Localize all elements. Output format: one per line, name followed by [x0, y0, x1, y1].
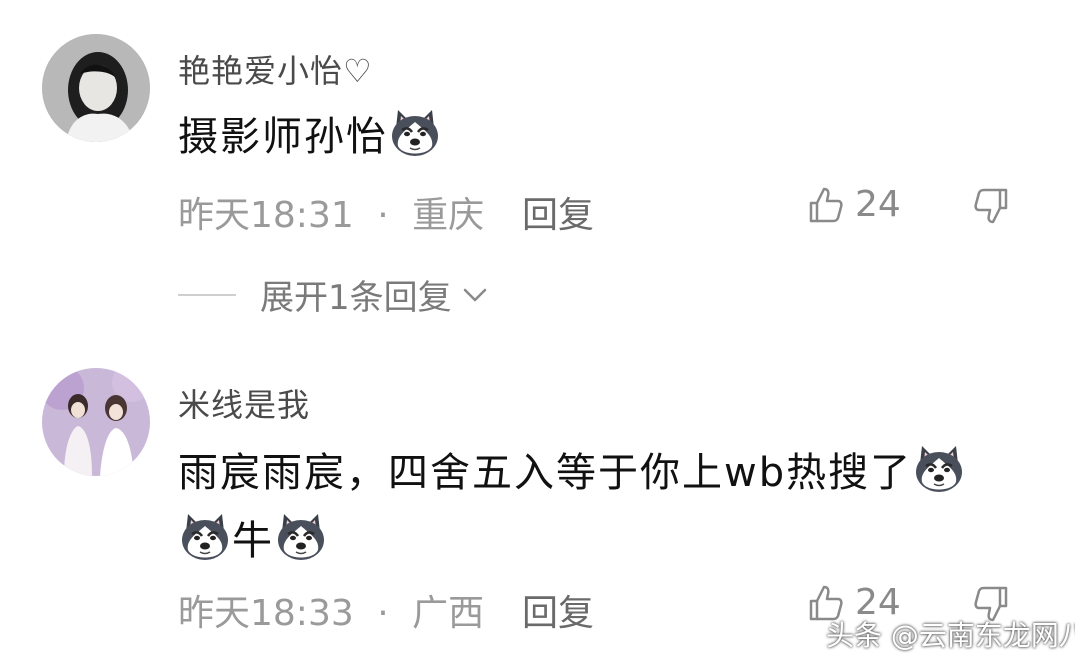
comment-text-content: 牛 — [232, 518, 274, 564]
reply-button[interactable]: 回复 — [522, 186, 594, 238]
comment-text-line-1: 雨宸雨宸，四舍五入等于你上wb热搜了 — [178, 440, 966, 498]
expand-replies-button[interactable]: 展开1条回复 — [178, 270, 490, 319]
husky-dog-emoji-icon — [178, 510, 232, 564]
location: 广西 — [412, 593, 485, 634]
expand-replies-label: 展开1条回复 — [260, 278, 452, 318]
username[interactable]: 艳艳爱小怡♡ — [178, 46, 373, 92]
chevron-down-icon — [463, 288, 486, 301]
comment-meta: 昨天18:31 · 重庆 — [178, 186, 484, 238]
thumbs-up-icon — [809, 187, 843, 222]
username[interactable]: 米线是我 — [178, 380, 310, 426]
comment-text-line-2: 牛 — [178, 508, 328, 566]
meta-separator: · — [377, 195, 389, 236]
location: 重庆 — [412, 195, 485, 236]
like-button[interactable]: 24 — [805, 184, 901, 225]
comment-text-content: 摄影师孙怡 — [178, 114, 388, 160]
thumbs-down-icon — [974, 188, 1008, 224]
avatar[interactable] — [42, 368, 150, 476]
reply-button[interactable]: 回复 — [522, 584, 594, 636]
timestamp: 昨天18:31 — [178, 195, 354, 236]
watermark: 头条 @云南东龙网八 — [826, 619, 1075, 652]
comment-meta: 昨天18:33 · 广西 — [178, 584, 484, 636]
comment-text: 摄影师孙怡 — [178, 104, 442, 162]
comment-text-content: 雨宸雨宸，四舍五入等于你上wb热搜了 — [178, 450, 913, 496]
husky-dog-emoji-icon — [274, 510, 328, 564]
timestamp: 昨天18:33 — [178, 593, 354, 634]
dislike-button[interactable] — [972, 186, 1012, 230]
like-count: 24 — [855, 184, 901, 225]
meta-separator: · — [377, 593, 389, 634]
husky-dog-emoji-icon — [388, 106, 442, 160]
husky-dog-emoji-icon — [912, 442, 966, 496]
avatar[interactable] — [42, 34, 150, 142]
divider-line — [178, 293, 236, 296]
